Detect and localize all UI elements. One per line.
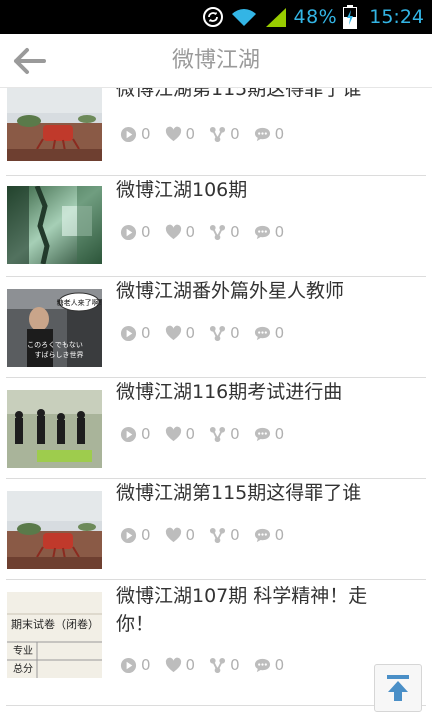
video-title: 微博江湖116期考试进行曲 xyxy=(116,381,343,403)
comment-icon xyxy=(254,427,270,441)
share-icon xyxy=(210,325,226,341)
video-title: 微博江湖第115期这得罪了谁 xyxy=(116,88,362,100)
comment-count: 0 xyxy=(254,656,284,674)
share-count: 0 xyxy=(209,656,240,674)
video-stats: 0 0 0 0 xyxy=(120,526,298,544)
share-count: 0 xyxy=(209,425,240,443)
share-icon xyxy=(210,426,226,442)
signal-icon xyxy=(264,6,288,28)
comment-icon xyxy=(254,225,270,239)
paper-line-1: 期末试卷（闭卷） xyxy=(11,617,99,631)
share-count: 0 xyxy=(209,223,240,241)
wifi-icon xyxy=(230,6,258,28)
sync-icon xyxy=(202,6,224,28)
video-thumbnail: 期末试卷（闭卷） 专业 总分 xyxy=(7,592,102,678)
heart-icon xyxy=(165,126,181,141)
heart-icon xyxy=(165,527,181,542)
play-icon xyxy=(120,224,137,240)
play-count: 0 xyxy=(120,324,151,342)
list-item[interactable]: 微博江湖106期 0 0 0 0 xyxy=(0,176,432,277)
video-stats: 0 0 0 0 xyxy=(120,125,298,143)
arrow-up-to-top-icon xyxy=(387,675,409,701)
share-count: 0 xyxy=(209,526,240,544)
video-stats: 0 0 0 0 xyxy=(120,425,298,443)
list-item[interactable]: 微博江湖第115期这得罪了谁 0 0 0 0 xyxy=(0,88,432,176)
clock: 15:24 xyxy=(369,6,424,28)
app-header: 微博江湖 xyxy=(0,34,432,88)
comment-icon xyxy=(254,658,270,672)
play-count: 0 xyxy=(120,656,151,674)
battery-percent: 48% xyxy=(293,6,338,28)
caption-line-2: すばらしき世界 xyxy=(35,350,84,359)
play-count: 0 xyxy=(120,125,151,143)
video-title: 微博江湖106期 xyxy=(116,179,248,201)
video-title: 微博江湖番外篇外星人教师 xyxy=(116,280,345,302)
video-thumbnail xyxy=(7,491,102,569)
divider xyxy=(6,705,426,706)
comment-count: 0 xyxy=(254,125,284,143)
scroll-to-top-button[interactable] xyxy=(374,664,422,712)
battery-charging-icon xyxy=(343,5,358,29)
video-title: 微博江湖107期 科学精神！走你！ xyxy=(116,585,368,635)
play-icon xyxy=(120,325,137,341)
comment-icon xyxy=(254,127,270,141)
heart-icon xyxy=(165,426,181,441)
back-button[interactable] xyxy=(8,44,50,78)
video-thumbnail xyxy=(7,390,102,468)
like-count: 0 xyxy=(165,425,195,443)
video-thumbnail xyxy=(7,186,102,264)
video-list[interactable]: 微博江湖第115期这得罪了谁 0 0 0 0 微博江湖106期 0 0 0 0 … xyxy=(0,88,432,720)
play-count: 0 xyxy=(120,223,151,241)
video-stats: 0 0 0 0 xyxy=(120,656,298,674)
heart-icon xyxy=(165,325,181,340)
share-count: 0 xyxy=(209,125,240,143)
play-icon xyxy=(120,426,137,442)
video-stats: 0 0 0 0 xyxy=(120,324,298,342)
status-icons: 48% 15:24 xyxy=(202,0,424,34)
paper-line-2: 专业 xyxy=(13,644,33,657)
comment-icon xyxy=(254,326,270,340)
play-count: 0 xyxy=(120,425,151,443)
video-title: 微博江湖第115期这得罪了谁 xyxy=(116,482,362,504)
paper-line-3: 总分 xyxy=(13,662,33,675)
like-count: 0 xyxy=(165,656,195,674)
list-item[interactable]: 微博江湖116期考试进行曲 0 0 0 0 xyxy=(0,378,432,479)
heart-icon xyxy=(165,657,181,672)
like-count: 0 xyxy=(165,125,195,143)
play-icon xyxy=(120,527,137,543)
video-thumbnail: 糖老人来了啊! このろくでもない すばらしき世界 xyxy=(7,289,102,367)
comment-count: 0 xyxy=(254,324,284,342)
speech-bubble-text: 糖老人来了啊! xyxy=(57,298,102,307)
share-icon xyxy=(210,657,226,673)
comment-icon xyxy=(254,528,270,542)
share-count: 0 xyxy=(209,324,240,342)
heart-icon xyxy=(165,224,181,239)
like-count: 0 xyxy=(165,526,195,544)
list-item[interactable]: 微博江湖第115期这得罪了谁 0 0 0 0 xyxy=(0,479,432,580)
list-item[interactable]: 糖老人来了啊! このろくでもない すばらしき世界 微博江湖番外篇外星人教师 0 … xyxy=(0,277,432,378)
arrow-left-icon xyxy=(14,48,46,74)
like-count: 0 xyxy=(165,324,195,342)
share-icon xyxy=(210,126,226,142)
play-icon xyxy=(120,126,137,142)
share-icon xyxy=(210,224,226,240)
status-bar: 48% 15:24 xyxy=(0,0,432,34)
play-icon xyxy=(120,657,137,673)
comment-count: 0 xyxy=(254,526,284,544)
like-count: 0 xyxy=(165,223,195,241)
comment-count: 0 xyxy=(254,425,284,443)
page-title: 微博江湖 xyxy=(171,48,260,73)
video-thumbnail xyxy=(7,88,102,161)
caption-line-1: このろくでもない xyxy=(27,341,83,349)
list-item[interactable]: 期末试卷（闭卷） 专业 总分 微博江湖107期 科学精神！走你！ 0 0 0 0 xyxy=(0,580,432,706)
comment-count: 0 xyxy=(254,223,284,241)
video-stats: 0 0 0 0 xyxy=(120,223,298,241)
play-count: 0 xyxy=(120,526,151,544)
share-icon xyxy=(210,527,226,543)
